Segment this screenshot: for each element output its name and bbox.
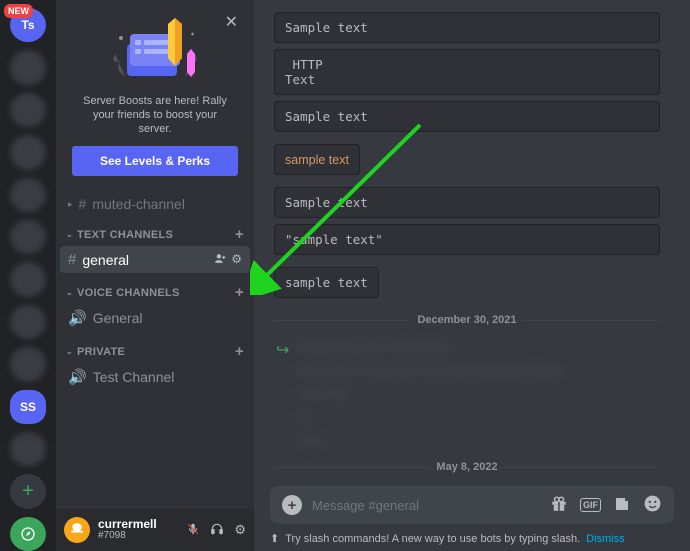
- guild-item[interactable]: [10, 432, 46, 466]
- add-server-button[interactable]: +: [10, 474, 46, 508]
- chat-main: Sample text HTTP Text Sample text sample…: [254, 0, 690, 551]
- message-composer[interactable]: + Message #general GIF: [270, 486, 674, 524]
- invite-icon[interactable]: [214, 252, 227, 268]
- chevron-down-icon: ⌄: [66, 288, 73, 297]
- code-block: "sample text": [274, 224, 660, 255]
- date-divider: May 8, 2022: [274, 461, 660, 473]
- code-block: HTTP Text: [274, 49, 660, 95]
- deafen-icon[interactable]: [210, 522, 224, 539]
- date-divider: December 30, 2021: [274, 314, 660, 326]
- boost-art: [72, 16, 238, 86]
- attach-button[interactable]: +: [282, 495, 302, 515]
- settings-icon[interactable]: ⚙: [234, 522, 246, 539]
- code-block: Sample text: [274, 12, 660, 43]
- channel-label: General: [93, 310, 143, 326]
- guild-item[interactable]: [10, 50, 46, 84]
- channel-label: muted-channel: [92, 196, 185, 212]
- category-label: TEXT CHANNELS: [77, 229, 173, 241]
- guild-item[interactable]: [10, 93, 46, 127]
- user-tag: #7098: [98, 530, 157, 542]
- add-channel-icon[interactable]: +: [235, 343, 244, 360]
- emoji-icon[interactable]: [643, 494, 662, 516]
- tip-text: Try slash commands! A new way to use bot…: [285, 533, 580, 545]
- dismiss-link[interactable]: Dismiss: [586, 533, 625, 545]
- speaker-icon: 🔊: [68, 368, 87, 386]
- guild-item[interactable]: [10, 135, 46, 169]
- speaker-icon: 🔊: [68, 309, 87, 327]
- hash-icon: #: [79, 196, 87, 212]
- chevron-down-icon: ⌄: [66, 347, 73, 356]
- user-avatar[interactable]: [64, 517, 90, 543]
- message-input[interactable]: Message #general: [312, 498, 540, 513]
- new-badge: NEW: [4, 4, 33, 18]
- gift-icon[interactable]: [550, 495, 568, 516]
- hash-icon: #: [68, 251, 76, 268]
- category-label: PRIVATE: [77, 346, 125, 358]
- guild-item[interactable]: [10, 262, 46, 296]
- guild-item[interactable]: [10, 305, 46, 339]
- guild-item[interactable]: [10, 178, 46, 212]
- boost-text: Server Boosts are here! Rally your frien…: [72, 94, 238, 136]
- channel-label: general: [82, 252, 129, 268]
- settings-icon[interactable]: ⚙: [231, 252, 242, 268]
- category-private[interactable]: ⌄ PRIVATE +: [60, 333, 250, 362]
- category-voice[interactable]: ⌄ VOICE CHANNELS +: [60, 274, 250, 303]
- jump-icon[interactable]: ↪: [274, 336, 289, 451]
- add-channel-icon[interactable]: +: [235, 284, 244, 301]
- code-block: Sample text: [274, 101, 660, 132]
- see-levels-button[interactable]: See Levels & Perks: [72, 146, 238, 176]
- chevron-right-icon: ▸: [68, 199, 73, 210]
- category-text[interactable]: ⌄ TEXT CHANNELS +: [60, 216, 250, 245]
- explore-button[interactable]: [10, 517, 46, 551]
- mute-icon[interactable]: [186, 522, 200, 539]
- guild-item[interactable]: [10, 220, 46, 254]
- user-panel: currermell #7098 ⚙: [56, 509, 254, 551]
- code-block: sample text: [274, 267, 379, 298]
- gif-icon[interactable]: GIF: [580, 498, 601, 512]
- channel-sidebar: ✕ Server Boosts are: [56, 0, 254, 551]
- code-block: sample text: [274, 144, 360, 175]
- boost-card: ✕ Server Boosts are: [64, 8, 246, 184]
- wand-icon: ⬆: [270, 532, 279, 545]
- chevron-down-icon: ⌄: [66, 230, 73, 239]
- channel-label: Test Channel: [93, 369, 175, 385]
- channel-general[interactable]: # general ⚙: [60, 246, 250, 273]
- slash-tip: ⬆ Try slash commands! A new way to use b…: [254, 528, 690, 551]
- code-block: Sample text: [274, 187, 660, 218]
- guild-ss[interactable]: SS: [10, 390, 46, 424]
- sticker-icon[interactable]: [613, 495, 631, 516]
- guild-rail: NEW Ts SS +: [0, 0, 56, 551]
- voice-general[interactable]: 🔊 General: [60, 304, 250, 332]
- guild-item[interactable]: [10, 347, 46, 381]
- username: currermell: [98, 518, 157, 530]
- muted-channel[interactable]: ▸ # muted-channel: [60, 192, 250, 216]
- voice-test[interactable]: 🔊 Test Channel: [60, 363, 250, 391]
- add-channel-icon[interactable]: +: [235, 226, 244, 243]
- category-label: VOICE CHANNELS: [77, 287, 180, 299]
